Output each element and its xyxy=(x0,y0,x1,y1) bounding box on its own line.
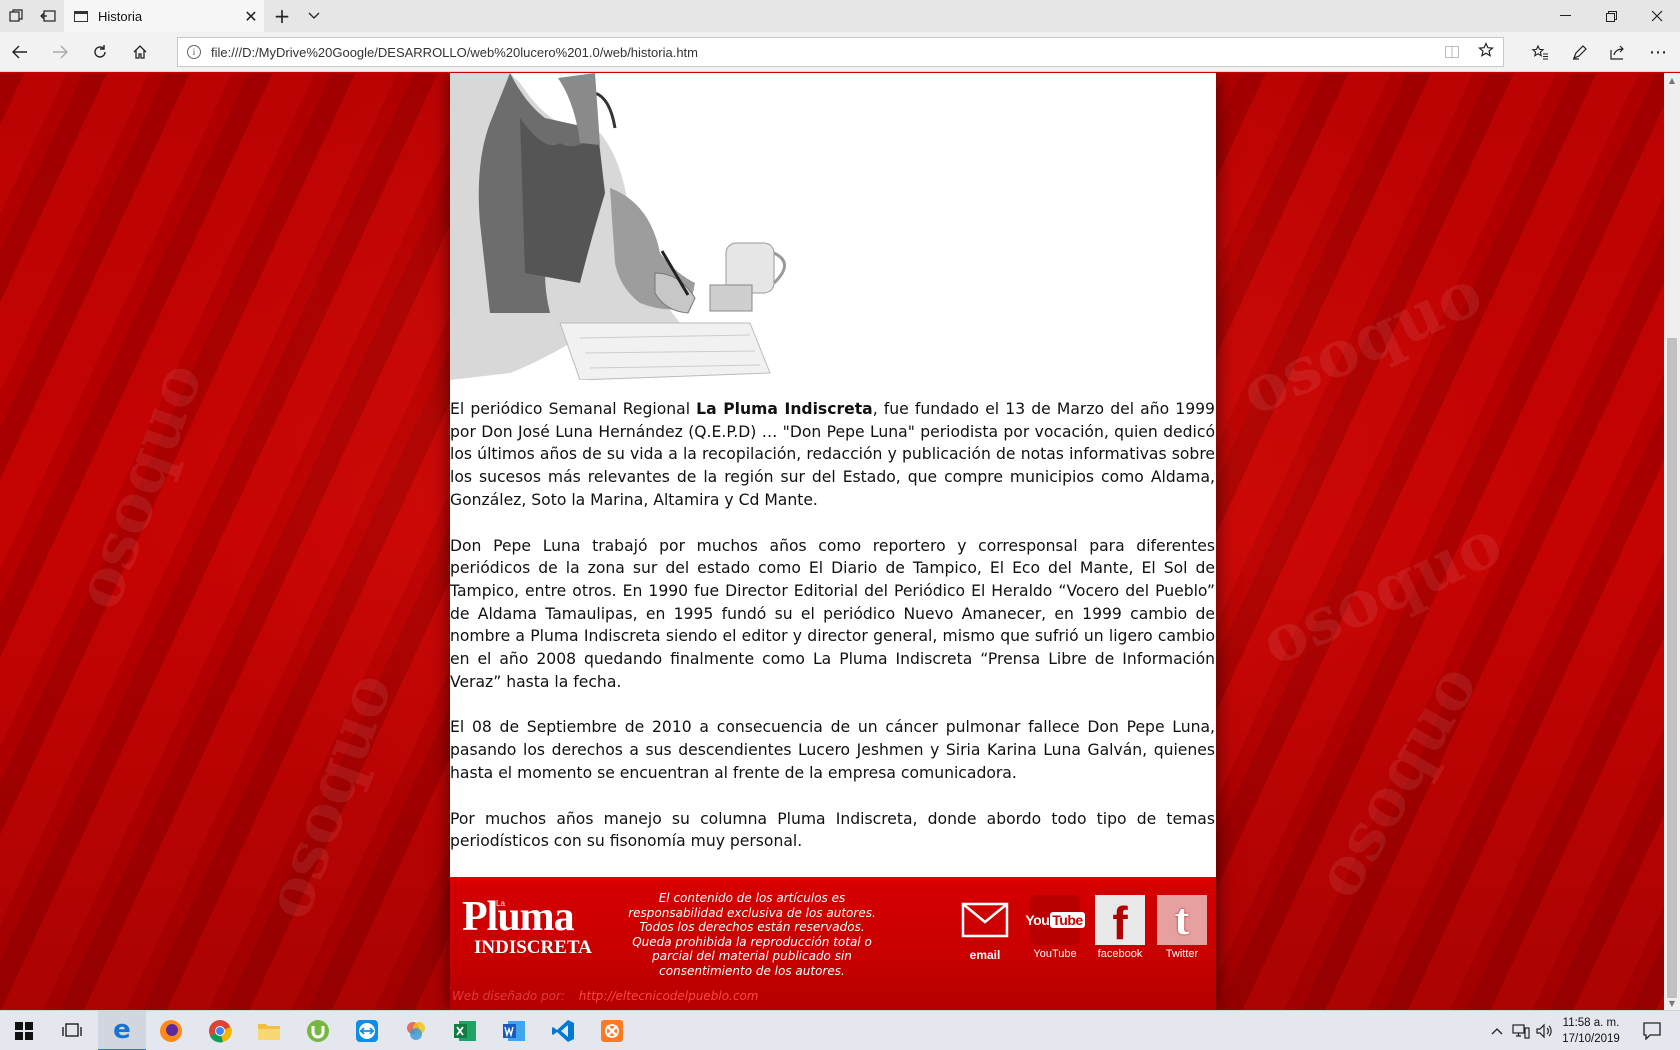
edge-browser-icon[interactable]: e xyxy=(98,1011,146,1050)
logo-indiscreta-text: INDISCRETA xyxy=(474,937,592,958)
volume-icon[interactable] xyxy=(1534,1011,1556,1050)
browser-nav-bar: i file:///D:/MyDrive%20Google/DESARROLLO… xyxy=(0,32,1680,72)
firefox-icon[interactable] xyxy=(147,1011,195,1050)
excel-icon[interactable] xyxy=(441,1011,489,1050)
background-decoration: osoquo xyxy=(250,663,408,929)
system-clock[interactable]: 11:58 a. m. 17/10/2019 xyxy=(1556,1015,1626,1047)
new-tab-icon[interactable]: + xyxy=(266,0,298,32)
vertical-scrollbar[interactable]: ▲ ▼ xyxy=(1664,73,1680,1010)
tab-title: Historia xyxy=(98,8,143,24)
article-paragraph-2: Don Pepe Luna trabajó por muchos años co… xyxy=(450,536,1215,691)
twitter-label: Twitter xyxy=(1165,948,1199,960)
browser-tab-bar: Historia ✕ + xyxy=(0,0,1680,32)
tabs-aside-icon[interactable] xyxy=(0,0,32,32)
facebook-label: facebook xyxy=(1097,948,1143,960)
info-icon[interactable]: i xyxy=(187,45,201,59)
youtube-logo-text: You Tube xyxy=(1025,912,1085,928)
logo-pluma-text: Pluma xyxy=(462,894,575,940)
email-label: email xyxy=(969,948,1001,962)
tray-overflow-icon[interactable] xyxy=(1486,1011,1508,1050)
xampp-icon[interactable] xyxy=(588,1011,636,1050)
youtube-label: YouTube xyxy=(1033,948,1077,960)
photos-app-icon[interactable] xyxy=(392,1011,440,1050)
reading-view-icon[interactable] xyxy=(1435,43,1469,62)
credit-label: Web diseñado por: xyxy=(452,989,565,1003)
pluma-indiscreta-logo[interactable]: Pluma La INDISCRETA xyxy=(462,894,602,961)
url-text[interactable]: file:///D:/MyDrive%20Google/DESARROLLO/w… xyxy=(211,45,1435,60)
youtube-icon: You Tube xyxy=(1025,895,1085,945)
youtube-logo-you: You xyxy=(1025,912,1050,928)
windows-taskbar: e 11:58 a. m. 17/10/2019 xyxy=(0,1010,1680,1050)
scroll-up-icon[interactable]: ▲ xyxy=(1664,73,1680,87)
content-column: El periódico Semanal Regional La Pluma I… xyxy=(450,73,1216,1010)
chevron-down-icon[interactable] xyxy=(298,0,330,32)
web-note-icon[interactable] xyxy=(1562,36,1598,68)
back-icon[interactable] xyxy=(2,36,38,68)
close-tab-icon[interactable]: ✕ xyxy=(238,7,264,26)
background-decoration: osoquo xyxy=(1250,505,1514,681)
refresh-icon[interactable] xyxy=(82,36,118,68)
share-icon[interactable] xyxy=(1600,36,1636,68)
paragraph-text: El periódico Semanal Regional xyxy=(450,400,697,418)
close-window-icon[interactable] xyxy=(1634,0,1680,32)
background-decoration: osoquo xyxy=(1300,651,1493,911)
twitter-link[interactable]: t Twitter xyxy=(1155,895,1209,960)
background-decoration: osoquo xyxy=(60,353,218,619)
clock-date: 17/10/2019 xyxy=(1562,1033,1620,1045)
action-center-icon[interactable] xyxy=(1632,1011,1672,1050)
word-icon[interactable] xyxy=(490,1011,538,1050)
favorites-hub-icon[interactable] xyxy=(1522,36,1558,68)
copyright-disclaimer: El contenido de los artículos es respons… xyxy=(628,891,876,978)
address-bar[interactable]: i file:///D:/MyDrive%20Google/DESARROLLO… xyxy=(177,37,1504,67)
email-link[interactable]: email xyxy=(958,895,1012,962)
founder-photo xyxy=(450,73,800,380)
designer-credit: Web diseñado por: http://eltecnicodelpue… xyxy=(452,989,758,1003)
restore-icon[interactable] xyxy=(1588,0,1634,32)
scroll-thumb[interactable] xyxy=(1667,338,1677,998)
twitter-icon: t xyxy=(1157,895,1207,945)
article-paragraph-3: El 08 de Septiembre de 2010 a consecuenc… xyxy=(450,718,1215,782)
article-paragraph-1: El periódico Semanal Regional La Pluma I… xyxy=(450,398,1215,512)
logo-la-text: La xyxy=(496,899,505,908)
article-paragraph-4: Por muchos años manejo su columna Pluma … xyxy=(450,809,1215,851)
favorite-star-icon[interactable] xyxy=(1469,42,1503,62)
vscode-icon[interactable] xyxy=(539,1011,587,1050)
set-aside-tabs-icon[interactable] xyxy=(32,0,64,32)
brand-name: La Pluma Indiscreta xyxy=(696,400,873,418)
page-icon xyxy=(74,10,88,22)
more-menu-icon[interactable]: ⋯ xyxy=(1640,36,1676,68)
designer-link[interactable]: http://eltecnicodelpueblo.com xyxy=(579,989,759,1003)
youtube-logo-tube: Tube xyxy=(1050,912,1085,928)
facebook-link[interactable]: f facebook xyxy=(1093,895,1147,960)
windows-start-icon[interactable] xyxy=(0,1011,48,1050)
forward-icon[interactable] xyxy=(42,36,78,68)
background-decoration: osoquo xyxy=(1230,255,1494,431)
facebook-icon: f xyxy=(1095,895,1145,948)
history-article: El periódico Semanal Regional La Pluma I… xyxy=(450,398,1216,876)
chrome-icon[interactable] xyxy=(196,1011,244,1050)
home-icon[interactable] xyxy=(122,36,158,68)
scroll-down-icon[interactable]: ▼ xyxy=(1664,996,1680,1010)
tab-historia[interactable]: Historia ✕ xyxy=(64,0,264,32)
teamviewer-icon[interactable] xyxy=(343,1011,391,1050)
file-explorer-icon[interactable] xyxy=(245,1011,293,1050)
youtube-link[interactable]: You Tube YouTube xyxy=(1025,895,1085,960)
site-footer: Pluma La INDISCRETA El contenido de los … xyxy=(450,877,1216,1010)
minimize-icon[interactable] xyxy=(1542,0,1588,32)
task-view-icon[interactable] xyxy=(48,1011,96,1050)
network-icon[interactable] xyxy=(1510,1011,1532,1050)
utorrent-icon[interactable] xyxy=(294,1011,342,1050)
clock-time: 11:58 a. m. xyxy=(1562,1017,1620,1029)
envelope-icon xyxy=(960,895,1010,945)
page-viewport: osoquo osoquo osoquo osoquo osoquo El pe… xyxy=(0,73,1664,1010)
